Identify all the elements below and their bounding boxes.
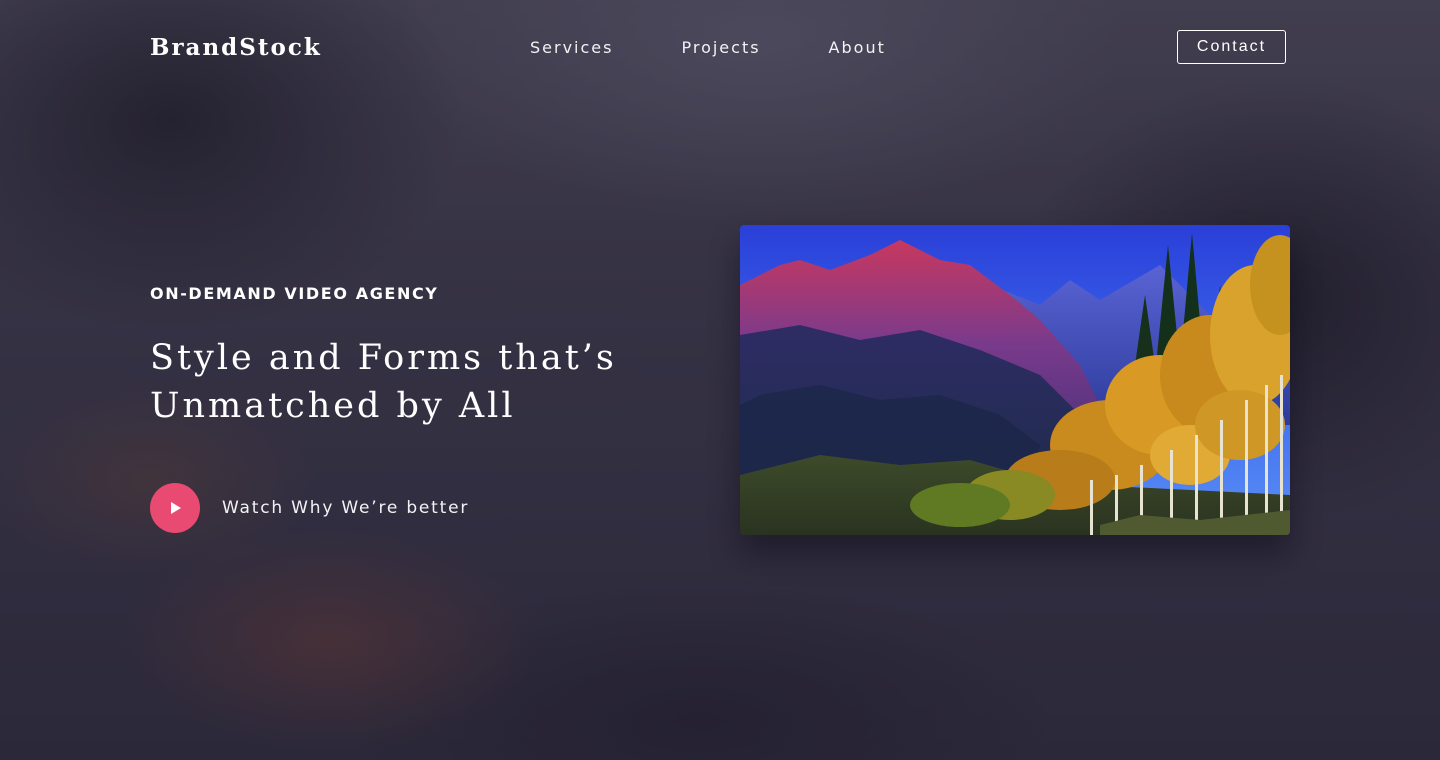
site-header: BrandStock Services Projects About Conta… [0, 0, 1440, 96]
headline-line-2: Unmatched by All [150, 386, 516, 426]
contact-button[interactable]: Contact [1177, 30, 1286, 64]
hero-kicker: ON-DEMAND VIDEO AGENCY [150, 284, 439, 303]
watch-video-link[interactable]: Watch Why We’re better [150, 483, 469, 533]
play-icon [171, 502, 181, 514]
main-nav: Services Projects About [530, 36, 886, 60]
play-button[interactable] [150, 483, 200, 533]
nav-item-services[interactable]: Services [530, 36, 613, 60]
hero-landscape-image [740, 225, 1290, 535]
hero-headline: Style and Forms that’s Unmatched by All [150, 334, 690, 430]
watch-video-label[interactable]: Watch Why We’re better [222, 498, 469, 518]
nav-item-projects[interactable]: Projects [681, 36, 760, 60]
mountain-landscape-picture [740, 225, 1290, 535]
nav-item-about[interactable]: About [829, 36, 886, 60]
brand-logo[interactable]: BrandStock [150, 33, 322, 63]
headline-line-1: Style and Forms that’s [150, 338, 617, 378]
